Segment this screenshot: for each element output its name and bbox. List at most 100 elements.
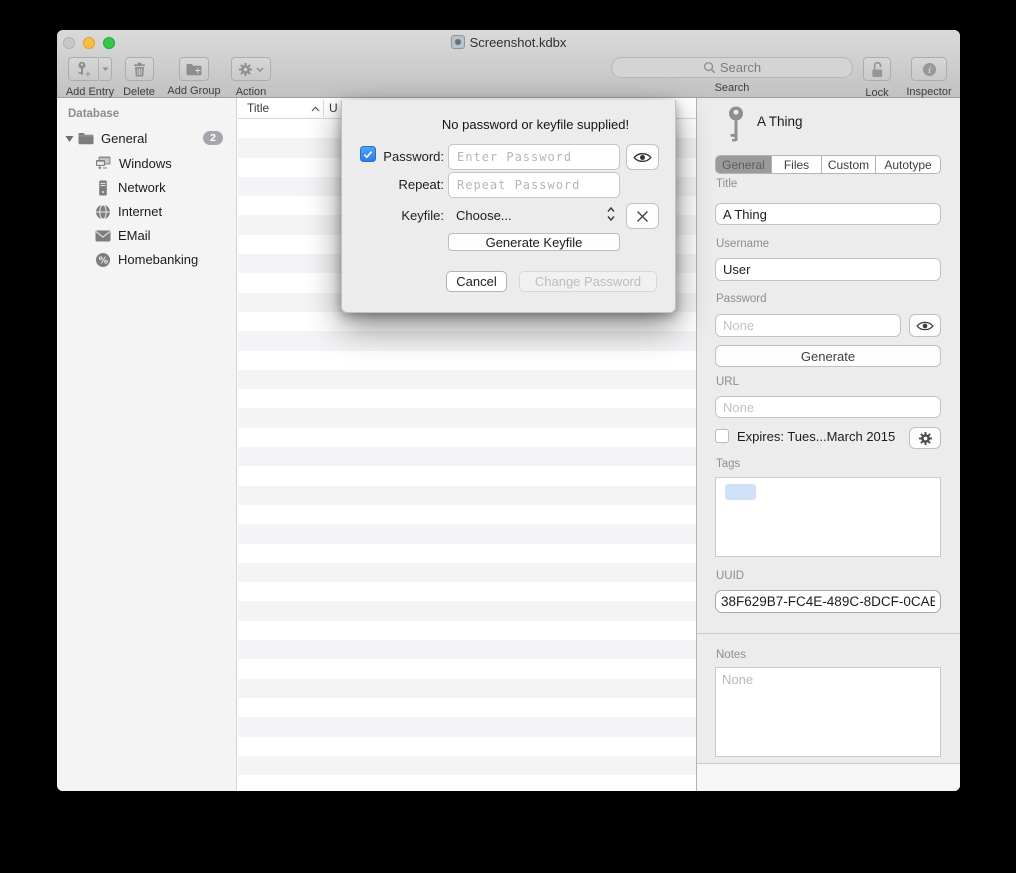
- table-row[interactable]: [238, 428, 696, 447]
- title-field-label: Title: [716, 178, 737, 190]
- search-placeholder: Search: [720, 60, 761, 75]
- lock-open-icon: [869, 61, 885, 78]
- sidebar-item-network[interactable]: Network: [57, 177, 236, 198]
- add-group-button[interactable]: +: [179, 57, 209, 81]
- table-row[interactable]: [238, 717, 696, 736]
- sidebar-item-label: EMail: [118, 228, 151, 243]
- stepper-icon[interactable]: [606, 206, 616, 222]
- sidebar-item-label: Windows: [119, 156, 172, 171]
- password-checkbox[interactable]: [360, 146, 376, 162]
- table-row[interactable]: [238, 544, 696, 563]
- cancel-button[interactable]: Cancel: [446, 271, 507, 292]
- sidebar-item-label: General: [101, 131, 147, 146]
- lock-button[interactable]: [863, 57, 891, 81]
- change-password-button[interactable]: Change Password: [519, 271, 657, 292]
- generate-password-button[interactable]: Generate: [715, 345, 941, 367]
- sidebar-item-email[interactable]: EMail: [57, 225, 236, 246]
- expires-settings-button[interactable]: [909, 427, 941, 449]
- sidebar-item-general[interactable]: General 2: [57, 128, 236, 149]
- title-input[interactable]: [715, 203, 941, 225]
- table-row[interactable]: [238, 486, 696, 505]
- table-row[interactable]: [238, 505, 696, 524]
- notes-textarea[interactable]: [715, 667, 941, 757]
- table-row[interactable]: [238, 679, 696, 698]
- inspector-button[interactable]: i: [911, 57, 947, 81]
- uuid-input[interactable]: [715, 590, 941, 613]
- column-header-username-partial[interactable]: U: [329, 101, 338, 115]
- key-plus-icon: +: [77, 61, 91, 77]
- table-row[interactable]: [238, 601, 696, 620]
- tags-field-label: Tags: [716, 458, 740, 470]
- column-divider[interactable]: [323, 100, 324, 117]
- add-entry-button[interactable]: +: [68, 57, 98, 81]
- table-row[interactable]: [238, 389, 696, 408]
- entry-title: A Thing: [757, 114, 803, 129]
- dialog-keyfile-label: Keyfile:: [377, 208, 444, 223]
- eye-icon: [633, 151, 652, 164]
- add-entry-dropdown-button[interactable]: [99, 57, 112, 81]
- sidebar-item-internet[interactable]: Internet: [57, 201, 236, 222]
- app-window: Screenshot.kdbx + Add Entry: [57, 30, 960, 791]
- dialog-password-input[interactable]: [448, 144, 620, 170]
- tab-autotype[interactable]: Autotype: [876, 156, 940, 173]
- table-row[interactable]: [238, 582, 696, 601]
- table-row[interactable]: [238, 408, 696, 427]
- search-input[interactable]: Search: [611, 57, 853, 78]
- titlebar: Screenshot.kdbx: [57, 35, 960, 50]
- tab-general[interactable]: General: [716, 156, 772, 173]
- svg-text:+: +: [84, 69, 90, 77]
- table-row[interactable]: [238, 351, 696, 370]
- info-icon: i: [922, 62, 937, 77]
- table-row[interactable]: [238, 466, 696, 485]
- dialog-show-password-button[interactable]: [626, 144, 659, 170]
- delete-button[interactable]: [125, 57, 154, 81]
- inspector-label: Inspector: [902, 86, 956, 98]
- table-row[interactable]: [238, 621, 696, 640]
- checkmark-icon: [363, 150, 373, 159]
- username-input[interactable]: [715, 258, 941, 281]
- action-button[interactable]: [231, 57, 271, 81]
- username-field-label: Username: [716, 238, 769, 250]
- keyfile-popup-button[interactable]: Choose...: [456, 208, 512, 223]
- search-label: Search: [611, 82, 853, 94]
- svg-text:i: i: [928, 64, 931, 75]
- password-input[interactable]: [715, 314, 901, 337]
- inspector-tabs: General Files Custom Autotype: [715, 155, 941, 174]
- tab-files[interactable]: Files: [772, 156, 822, 173]
- table-row[interactable]: [238, 640, 696, 659]
- clear-keyfile-button[interactable]: [626, 203, 659, 229]
- url-input[interactable]: [715, 396, 941, 418]
- table-row[interactable]: [238, 775, 696, 791]
- table-row[interactable]: [238, 659, 696, 678]
- tag-pill[interactable]: [725, 484, 756, 500]
- uuid-field-label: UUID: [716, 570, 744, 582]
- tags-box[interactable]: [715, 477, 941, 557]
- table-row[interactable]: [238, 447, 696, 466]
- column-header-title[interactable]: Title: [247, 101, 269, 115]
- inspector-tool: i Inspector: [902, 57, 956, 98]
- table-row[interactable]: [238, 331, 696, 350]
- inspector-footer: [697, 764, 960, 791]
- dialog-password-label: Password:: [377, 149, 444, 164]
- sidebar-item-windows[interactable]: Windows: [57, 153, 236, 174]
- cancel-label: Cancel: [456, 274, 496, 289]
- server-icon: [95, 180, 111, 196]
- show-password-button[interactable]: [909, 314, 941, 337]
- table-row[interactable]: [238, 737, 696, 756]
- table-row[interactable]: [238, 524, 696, 543]
- search-tool: Search Search: [611, 57, 853, 94]
- table-row[interactable]: [238, 563, 696, 582]
- table-row[interactable]: [238, 312, 696, 331]
- inspector-panel: A Thing General Files Custom Autotype Ti…: [696, 98, 960, 791]
- table-row[interactable]: [238, 756, 696, 775]
- sidebar-item-homebanking[interactable]: % Homebanking: [57, 249, 236, 270]
- dialog-repeat-input[interactable]: [448, 172, 620, 198]
- notes-field-label: Notes: [716, 649, 746, 661]
- table-row[interactable]: [238, 698, 696, 717]
- table-row[interactable]: [238, 370, 696, 389]
- generate-keyfile-button[interactable]: Generate Keyfile: [448, 233, 620, 251]
- generate-keyfile-label: Generate Keyfile: [486, 235, 583, 250]
- disclosure-triangle-icon[interactable]: [65, 135, 74, 143]
- tab-custom[interactable]: Custom: [822, 156, 876, 173]
- expires-checkbox[interactable]: [715, 429, 729, 443]
